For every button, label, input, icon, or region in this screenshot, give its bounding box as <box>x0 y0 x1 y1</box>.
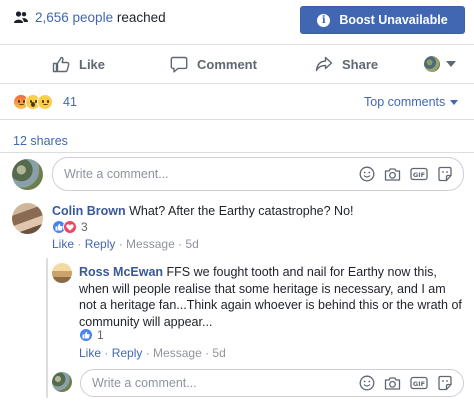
reply-reactions[interactable]: 1 <box>79 328 104 342</box>
chevron-down-icon <box>450 99 459 105</box>
top-comments-dropdown[interactable]: Top comments <box>364 95 459 109</box>
post-action-bar: Like Comment Share <box>0 44 474 84</box>
reach-count[interactable]: 2,656 people <box>35 10 113 25</box>
reply-thread-rail <box>46 258 48 398</box>
comment-button[interactable]: Comment <box>170 45 257 83</box>
sad-face-icon <box>37 94 53 110</box>
reach-suffix: reached <box>113 10 166 25</box>
separator: · <box>74 237 85 251</box>
reactions-summary: 41 Top comments <box>0 84 474 120</box>
reply-input-placeholder: Write a comment... <box>92 376 197 390</box>
comment-reaction-count: 3 <box>81 220 88 234</box>
people-icon <box>14 11 28 23</box>
emoji-icon[interactable] <box>359 375 375 391</box>
reply-message-link[interactable]: Message <box>153 346 202 360</box>
svg-text:GIF: GIF <box>413 380 425 388</box>
separator: · <box>101 346 112 360</box>
comment-label: Comment <box>197 56 257 72</box>
reply-body: Ross McEwan FFS we fought tooth and nail… <box>79 264 464 330</box>
comment-reply-link[interactable]: Reply <box>85 237 116 251</box>
emoji-icon[interactable] <box>359 166 375 182</box>
comment-actions: Like · Reply · Message · 5d <box>52 237 199 251</box>
separator: · <box>201 346 213 360</box>
heart-reaction-icon <box>63 220 77 234</box>
reply-composer[interactable]: Write a comment... GIF <box>80 369 464 397</box>
comment-timestamp[interactable]: 5d <box>185 237 198 251</box>
sticker-icon[interactable] <box>437 166 453 182</box>
camera-icon[interactable] <box>384 167 401 182</box>
reply-reaction-count: 1 <box>97 328 104 342</box>
comment-body: Colin Brown What? After the Earthy catas… <box>52 203 462 220</box>
speech-bubble-icon <box>170 56 188 73</box>
replier-name[interactable]: Ross McEwan <box>79 265 163 279</box>
chevron-down-icon <box>446 61 456 67</box>
comment-input-placeholder: Write a comment... <box>64 167 169 181</box>
reach-text: 2,656 people reached <box>35 9 166 27</box>
gif-icon[interactable]: GIF <box>410 167 428 181</box>
comment-like-link[interactable]: Like <box>52 237 74 251</box>
separator: · <box>115 237 127 251</box>
comment-reactions[interactable]: 3 <box>52 220 88 234</box>
reply-like-link[interactable]: Like <box>79 346 101 360</box>
top-comments-label: Top comments <box>364 95 446 109</box>
camera-icon[interactable] <box>384 376 401 391</box>
reaction-count[interactable]: 41 <box>63 95 77 109</box>
sticker-icon[interactable] <box>437 375 453 391</box>
svg-text:GIF: GIF <box>413 171 425 179</box>
post-as-selector[interactable] <box>424 45 456 83</box>
separator: · <box>142 346 154 360</box>
avatar[interactable] <box>12 159 43 190</box>
commenter-name[interactable]: Colin Brown <box>52 204 126 218</box>
gif-icon[interactable]: GIF <box>410 376 428 390</box>
divider <box>0 152 474 153</box>
comment-text: What? After the Earthy catastrophe? No! <box>125 204 354 218</box>
composer-tools: GIF <box>359 375 453 391</box>
like-label: Like <box>79 56 106 72</box>
like-reaction-icon <box>79 328 93 342</box>
comment-composer[interactable]: Write a comment... GIF <box>52 157 464 191</box>
boost-label: Boost Unavailable <box>339 13 448 27</box>
boost-button[interactable]: i Boost Unavailable <box>300 6 465 34</box>
avatar[interactable] <box>52 263 72 283</box>
comment-message-link[interactable]: Message <box>126 237 175 251</box>
shares-count[interactable]: 12 shares <box>13 134 68 148</box>
like-button[interactable]: Like <box>52 45 105 83</box>
composer-tools: GIF <box>359 166 453 182</box>
separator: · <box>174 237 186 251</box>
reply-actions: Like · Reply · Message · 5d <box>79 346 226 360</box>
share-button[interactable]: Share <box>315 45 378 83</box>
page-avatar <box>424 56 440 72</box>
share-arrow-icon <box>315 56 333 72</box>
avatar[interactable] <box>52 372 72 392</box>
info-icon: i <box>317 13 331 27</box>
reply-timestamp[interactable]: 5d <box>212 346 225 360</box>
thumbs-up-icon <box>52 56 70 72</box>
reach-bar: 2,656 people reached i Boost Unavailable <box>0 0 474 38</box>
reply-reply-link[interactable]: Reply <box>112 346 143 360</box>
reaction-icons[interactable] <box>13 94 53 110</box>
share-label: Share <box>342 56 379 72</box>
avatar[interactable] <box>12 203 43 234</box>
